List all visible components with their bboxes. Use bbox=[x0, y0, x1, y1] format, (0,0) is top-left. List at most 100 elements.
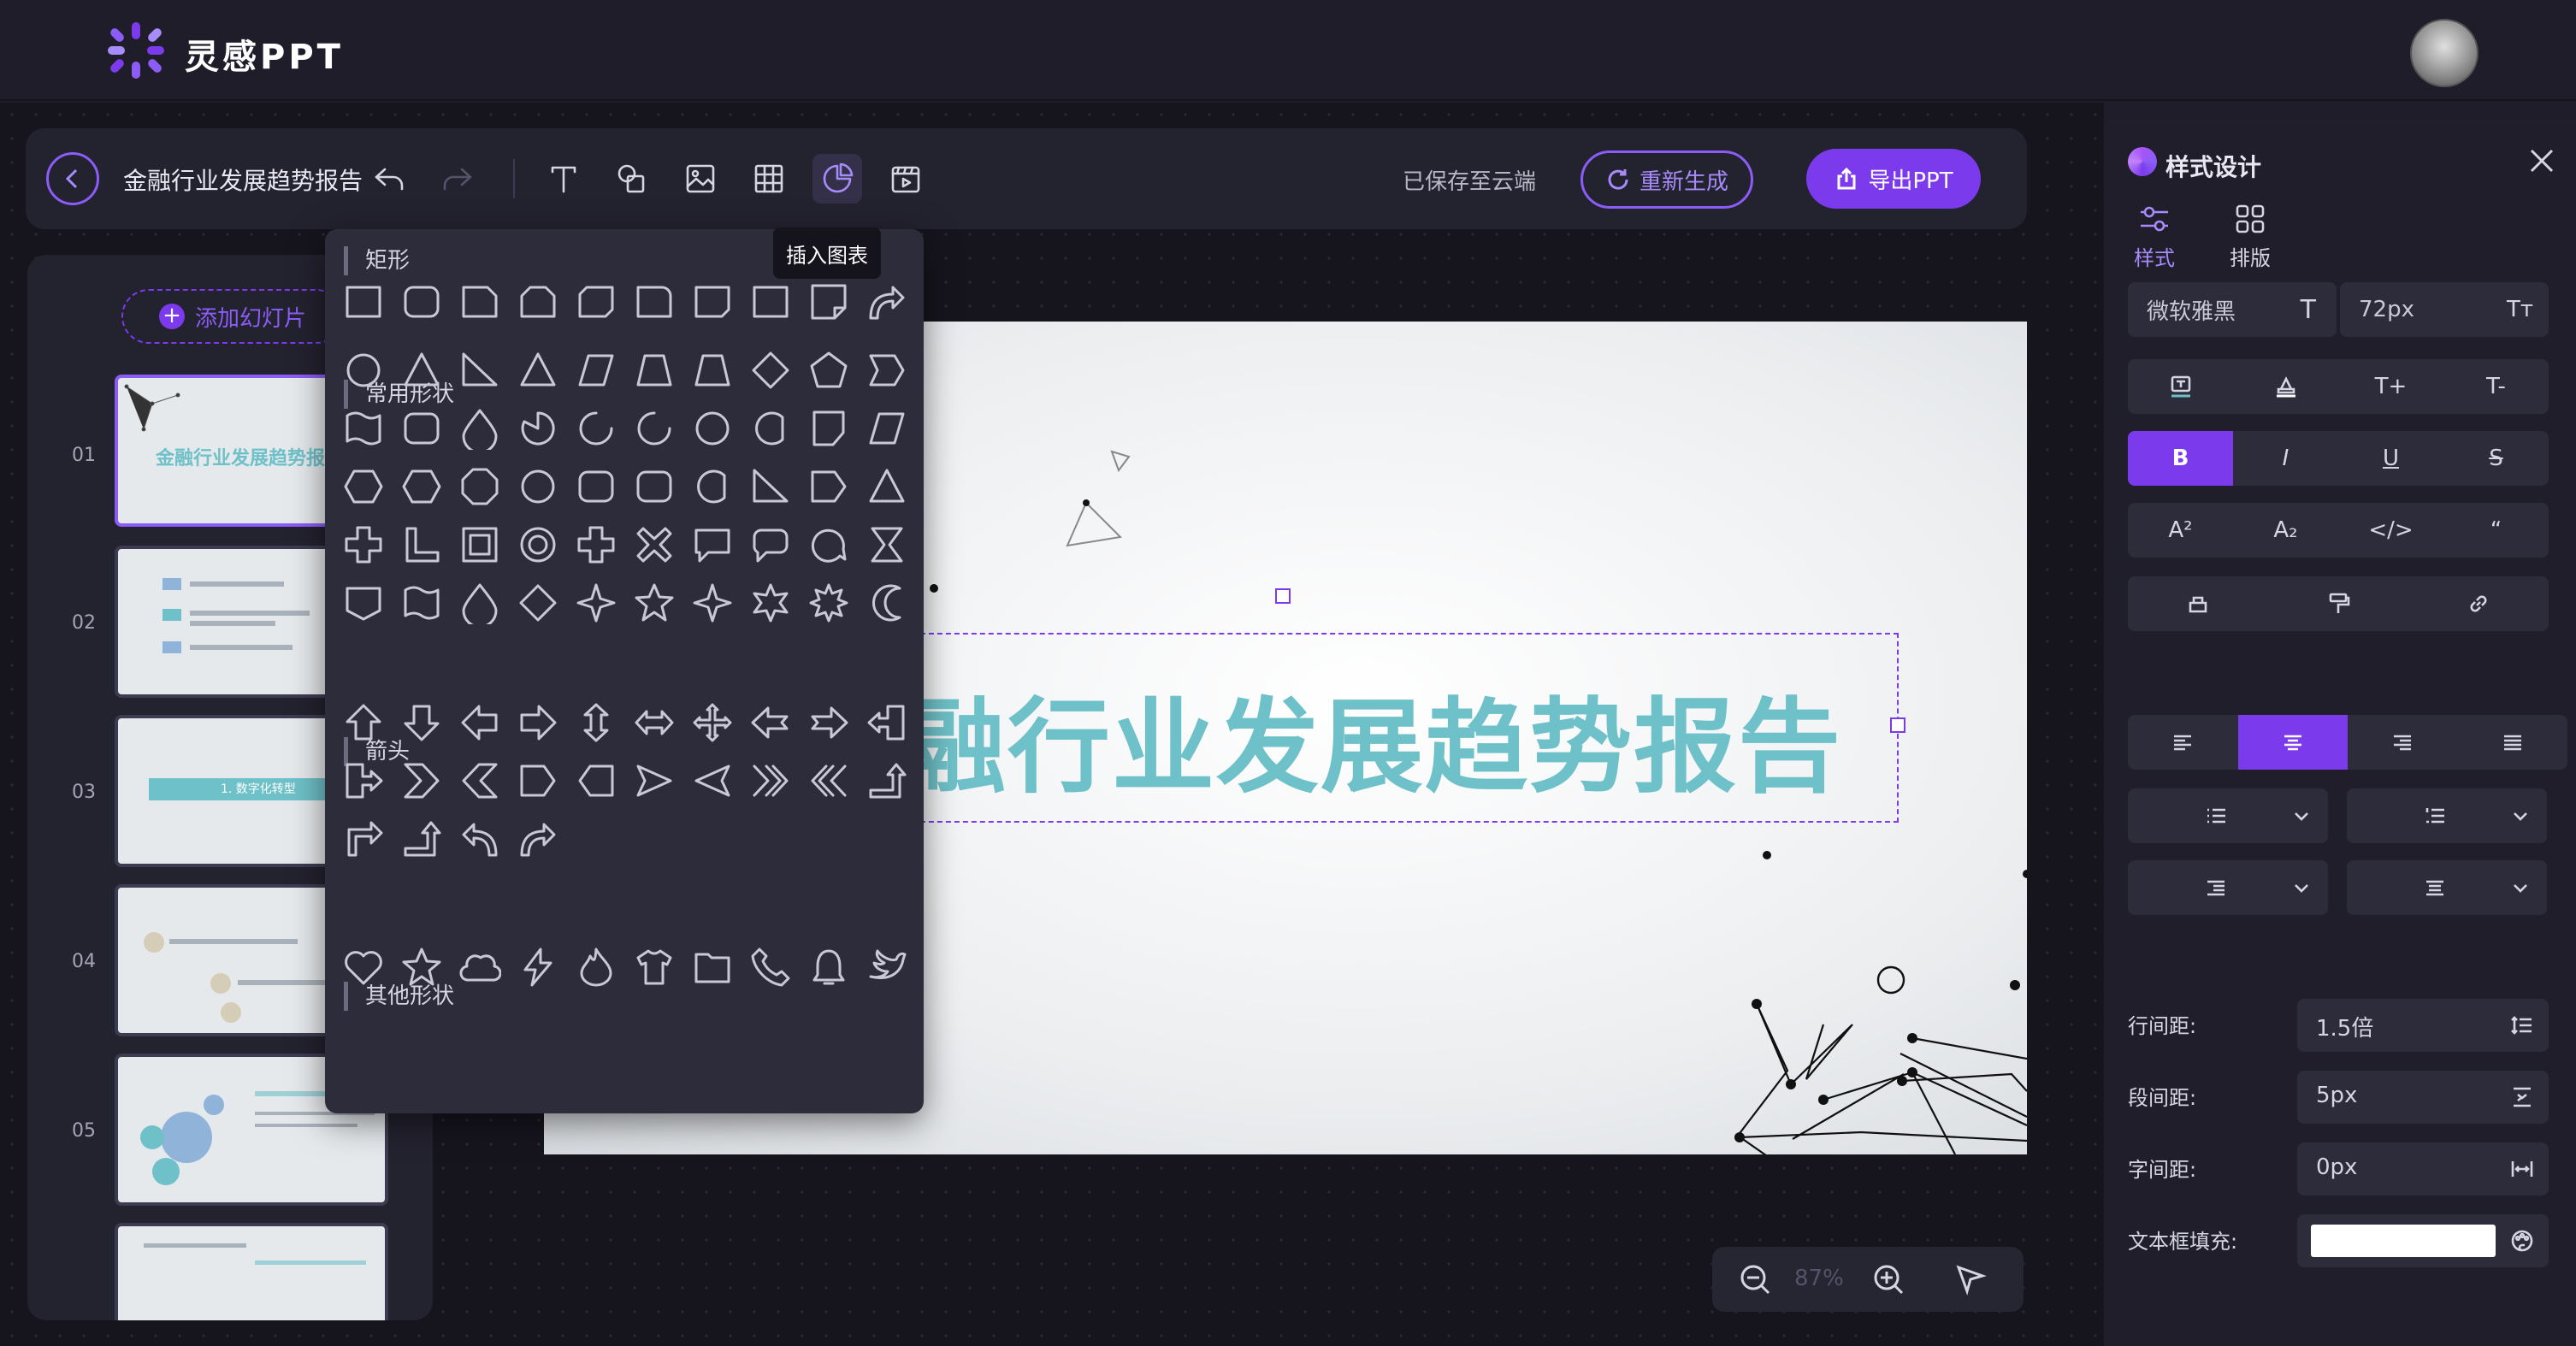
shape-lcall[interactable] bbox=[866, 701, 908, 744]
underline-button[interactable]: U bbox=[2338, 431, 2443, 486]
shape-rect[interactable] bbox=[342, 280, 385, 323]
shape-rnotch[interactable] bbox=[807, 701, 850, 744]
shape-snip2[interactable] bbox=[517, 280, 559, 323]
shape-trap[interactable] bbox=[633, 349, 676, 392]
shape-lnotch[interactable] bbox=[749, 701, 792, 744]
shape-star4[interactable] bbox=[691, 581, 734, 624]
shape-rrect[interactable] bbox=[575, 465, 617, 508]
shape-drop[interactable] bbox=[458, 407, 501, 454]
shape-drop[interactable] bbox=[458, 581, 501, 629]
shape-star4[interactable] bbox=[575, 581, 617, 624]
align-right-button[interactable] bbox=[2348, 715, 2458, 770]
shape-moon[interactable] bbox=[866, 581, 908, 624]
link-button[interactable] bbox=[2408, 576, 2549, 631]
shape-right[interactable] bbox=[517, 701, 559, 744]
indent-select[interactable] bbox=[2128, 860, 2328, 915]
export-button[interactable]: 导出PPT bbox=[1806, 149, 1981, 209]
italic-button[interactable]: I bbox=[2233, 431, 2338, 486]
highlight-button[interactable] bbox=[2233, 359, 2338, 414]
shape-chevR[interactable] bbox=[400, 759, 443, 802]
shape-heart[interactable] bbox=[342, 946, 385, 989]
shape-flame[interactable] bbox=[575, 946, 617, 989]
shape-tri[interactable] bbox=[517, 349, 559, 392]
font-shrink-button[interactable]: T- bbox=[2443, 359, 2549, 414]
shape-para[interactable] bbox=[866, 407, 908, 450]
shape-frame[interactable] bbox=[458, 523, 501, 566]
insert-table-button[interactable] bbox=[744, 154, 794, 204]
shape-snipR[interactable] bbox=[691, 280, 734, 323]
bold-button[interactable]: B bbox=[2128, 431, 2233, 486]
shape-pent[interactable] bbox=[807, 349, 850, 392]
shape-plus[interactable] bbox=[342, 523, 385, 566]
char-spacing-field[interactable]: 0px bbox=[2297, 1142, 2549, 1195]
shape-cup[interactable] bbox=[342, 581, 385, 624]
avatar[interactable] bbox=[2410, 19, 2479, 87]
superscript-button[interactable]: A² bbox=[2128, 503, 2233, 558]
shape-triL[interactable] bbox=[691, 759, 734, 802]
shape-penta[interactable] bbox=[517, 759, 559, 802]
slide-main-title[interactable]: 融行业发展趋势报告 bbox=[903, 664, 1842, 812]
insert-shape-button[interactable] bbox=[607, 154, 657, 204]
shape-hex[interactable] bbox=[400, 465, 443, 508]
shape-chord[interactable] bbox=[691, 465, 734, 508]
shape-diamond[interactable] bbox=[517, 581, 559, 624]
add-slide-button[interactable]: + 添加幻灯片 bbox=[121, 289, 344, 344]
shape-diamond[interactable] bbox=[749, 349, 792, 392]
shape-tri[interactable] bbox=[400, 349, 443, 392]
shape-up[interactable] bbox=[342, 701, 385, 744]
shape-fold[interactable] bbox=[807, 280, 850, 323]
shape-down[interactable] bbox=[400, 701, 443, 744]
zoom-out-icon[interactable] bbox=[1738, 1262, 1772, 1296]
resize-handle-right[interactable] bbox=[1890, 717, 1905, 733]
bullet-list-select[interactable] bbox=[2128, 788, 2328, 843]
insert-text-button[interactable] bbox=[539, 154, 588, 204]
regenerate-button[interactable]: 重新生成 bbox=[1580, 151, 1753, 209]
shape-hex[interactable] bbox=[342, 465, 385, 508]
shape-updown[interactable] bbox=[575, 701, 617, 744]
shape-circle[interactable] bbox=[517, 465, 559, 508]
paragraph-spacing-field[interactable]: 5px bbox=[2297, 1071, 2549, 1124]
shape-tri[interactable] bbox=[866, 465, 908, 508]
shape-arc[interactable] bbox=[575, 407, 617, 450]
shape-arc[interactable] bbox=[633, 407, 676, 450]
insert-media-button[interactable] bbox=[881, 154, 931, 204]
undo-button[interactable] bbox=[364, 154, 414, 204]
shape-triR[interactable] bbox=[633, 759, 676, 802]
shape-penta[interactable] bbox=[807, 465, 850, 508]
align-left-button[interactable] bbox=[2128, 715, 2238, 770]
redo-button[interactable] bbox=[433, 154, 482, 204]
font-family-select[interactable]: 微软雅黑 T bbox=[2128, 282, 2337, 337]
shape-pie[interactable] bbox=[517, 407, 559, 450]
shape-star5[interactable] bbox=[400, 946, 443, 989]
shape-chevL[interactable] bbox=[458, 759, 501, 802]
fill-color-swatch[interactable] bbox=[2311, 1225, 2496, 1257]
align-justify-button[interactable] bbox=[2458, 715, 2568, 770]
quote-button[interactable]: “ bbox=[2443, 503, 2549, 558]
back-button[interactable] bbox=[46, 152, 99, 205]
shape-round1[interactable] bbox=[633, 280, 676, 323]
shape-trap[interactable] bbox=[691, 349, 734, 392]
shape-rrect[interactable] bbox=[400, 280, 443, 323]
shape-shirt[interactable] bbox=[633, 946, 676, 989]
shape-rect[interactable] bbox=[749, 280, 792, 323]
shape-chord[interactable] bbox=[749, 407, 792, 450]
shape-L[interactable] bbox=[400, 523, 443, 566]
shape-rtri[interactable] bbox=[749, 465, 792, 508]
shape-bolt[interactable] bbox=[517, 946, 559, 989]
close-panel-button[interactable] bbox=[2526, 145, 2561, 180]
shape-star5[interactable] bbox=[633, 581, 676, 624]
shape-rtri[interactable] bbox=[458, 349, 501, 392]
shape-rbubble[interactable] bbox=[749, 523, 792, 566]
clear-format-button[interactable] bbox=[2128, 576, 2268, 631]
insert-image-button[interactable] bbox=[676, 154, 725, 204]
shape-bentup[interactable] bbox=[866, 759, 908, 802]
shape-diag[interactable] bbox=[575, 280, 617, 323]
fill-color-field[interactable] bbox=[2297, 1214, 2549, 1267]
resize-handle-top[interactable] bbox=[1275, 588, 1291, 604]
vertical-align-select[interactable] bbox=[2347, 860, 2547, 915]
shape-lr[interactable] bbox=[633, 701, 676, 744]
shape-bent[interactable] bbox=[342, 818, 385, 860]
shape-hour[interactable] bbox=[866, 523, 908, 566]
shape-bell[interactable] bbox=[807, 946, 850, 989]
shape-dchevL[interactable] bbox=[807, 759, 850, 802]
